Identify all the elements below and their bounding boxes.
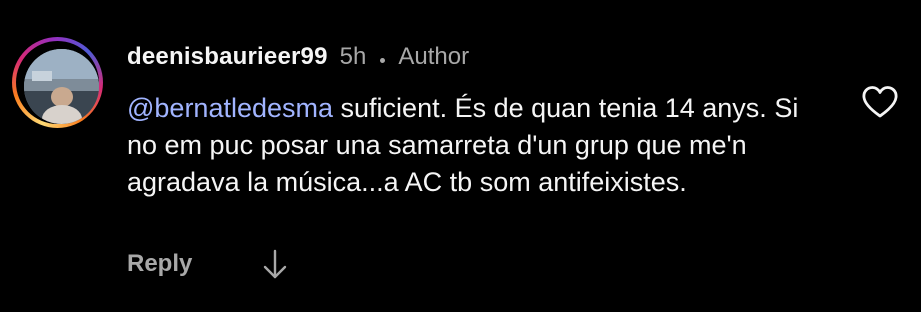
username-link[interactable]: deenisbaurieer99 <box>127 43 328 71</box>
author-badge: Author <box>398 43 470 70</box>
mention-link[interactable]: @bernatledesma <box>127 93 333 123</box>
avatar-photo <box>24 49 99 124</box>
timestamp: 5h <box>339 43 367 70</box>
arrow-down-icon[interactable] <box>262 248 288 280</box>
avatar-ring-gap <box>16 41 99 124</box>
comment-text: @bernatledesma suficient. És de quan ten… <box>127 90 807 201</box>
reply-button[interactable]: Reply <box>127 250 192 278</box>
avatar <box>24 49 99 124</box>
comment-header: deenisbaurieer99 5h Author <box>127 40 469 74</box>
separator-dot <box>380 57 386 63</box>
comment: deenisbaurieer99 5h Author @bernatledesm… <box>0 0 921 312</box>
heart-icon[interactable] <box>860 82 900 122</box>
comment-actions: Reply <box>127 246 288 282</box>
avatar-story-ring[interactable] <box>12 37 103 128</box>
